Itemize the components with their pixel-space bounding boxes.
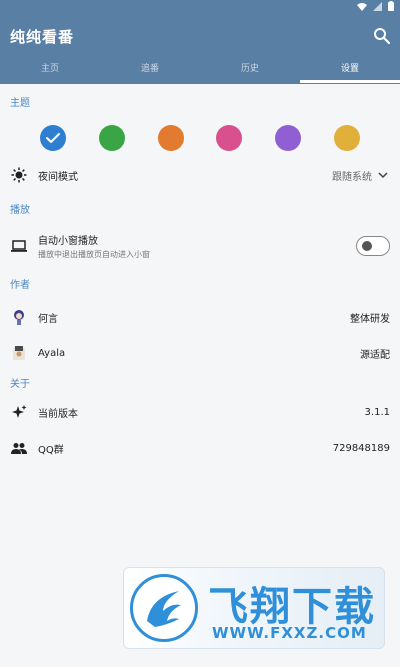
watermark: 飞翔下载 WWW.FXXZ.COM xyxy=(123,567,385,649)
avatar xyxy=(10,344,28,362)
avatar-icon xyxy=(13,346,25,360)
check-icon xyxy=(46,133,60,143)
version-row[interactable]: 当前版本 3.1.1 xyxy=(0,394,400,430)
auto-pip-toggle[interactable] xyxy=(356,236,390,256)
watermark-logo xyxy=(130,574,198,642)
author-role: 整体研发 xyxy=(350,313,390,325)
battery-icon xyxy=(388,1,394,11)
night-mode-value[interactable]: 跟随系统 xyxy=(332,168,372,183)
author-row[interactable]: 何言 整体研发 xyxy=(0,299,400,335)
qq-group-row[interactable]: QQ群 729848189 xyxy=(0,430,400,466)
status-bar xyxy=(0,0,400,16)
signal-icon xyxy=(373,1,382,11)
auto-pip-row[interactable]: 自动小窗播放 播放中退出播放页自动进入小窗 xyxy=(0,224,400,268)
night-mode-label: 夜间模式 xyxy=(38,171,78,183)
app-bar: 纯纯看番 xyxy=(0,16,400,58)
qq-group-value[interactable]: 729848189 xyxy=(333,443,390,454)
color-swatch-orange[interactable] xyxy=(157,125,184,151)
section-title-about: 关于 xyxy=(10,379,30,390)
section-title-theme: 主题 xyxy=(10,98,30,109)
color-swatch-pink[interactable] xyxy=(216,125,243,151)
sun-icon xyxy=(10,166,28,184)
version-label: 当前版本 xyxy=(38,408,78,420)
section-title-playback: 播放 xyxy=(10,205,30,216)
tab-history[interactable]: 历史 xyxy=(200,58,300,84)
avatar xyxy=(10,308,28,326)
tab-settings[interactable]: 设置 xyxy=(300,58,400,84)
wifi-icon xyxy=(357,2,367,11)
author-row[interactable]: Ayala 源适配 xyxy=(0,335,400,371)
color-swatch-yellow[interactable] xyxy=(333,125,360,151)
color-swatch-purple[interactable] xyxy=(275,125,302,151)
author-name: 何言 xyxy=(38,313,58,325)
tab-bar: 主页 追番 历史 设置 xyxy=(0,58,400,84)
version-value: 3.1.1 xyxy=(364,406,390,418)
section-title-authors: 作者 xyxy=(10,280,30,291)
night-mode-row[interactable]: 夜间模式 跟随系统 xyxy=(0,157,400,193)
theme-color-picker xyxy=(0,125,400,151)
status-icons xyxy=(357,1,394,11)
avatar-icon xyxy=(14,310,24,325)
tab-home[interactable]: 主页 xyxy=(0,58,100,84)
auto-pip-description: 播放中退出播放页自动进入小窗 xyxy=(38,250,150,259)
color-swatch-blue[interactable] xyxy=(40,125,66,151)
laptop-icon xyxy=(10,237,28,255)
toggle-knob xyxy=(362,241,372,251)
sparkle-icon xyxy=(10,403,28,421)
qq-group-label: QQ群 xyxy=(38,444,64,456)
author-name: Ayala xyxy=(38,347,66,359)
color-swatch-green[interactable] xyxy=(98,125,125,151)
auto-pip-text: 自动小窗播放 播放中退出播放页自动进入小窗 xyxy=(38,232,150,260)
search-button[interactable] xyxy=(372,26,392,46)
tab-following[interactable]: 追番 xyxy=(100,58,200,84)
auto-pip-label: 自动小窗播放 xyxy=(38,236,98,247)
watermark-url: WWW.FXXZ.COM xyxy=(212,624,367,642)
group-icon xyxy=(10,439,28,457)
author-role: 源适配 xyxy=(360,349,390,361)
wing-icon xyxy=(147,591,181,627)
app-title: 纯纯看番 xyxy=(10,28,75,46)
chevron-down-icon[interactable] xyxy=(378,171,388,179)
search-icon xyxy=(374,28,391,45)
